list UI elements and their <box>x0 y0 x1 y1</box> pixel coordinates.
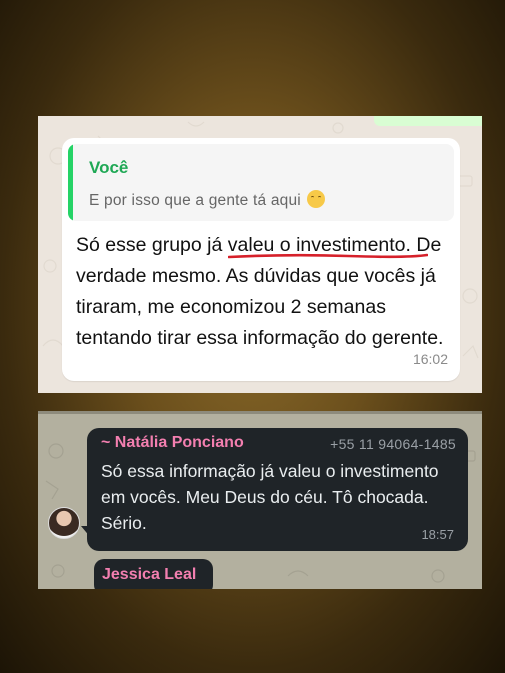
message-timestamp: 16:02 <box>412 351 448 367</box>
message-text: Só esse grupo já valeu o investimento. D… <box>76 230 456 354</box>
quote-text-row: E por isso que a gente tá aqui <box>89 190 325 210</box>
message-bubble[interactable]: ~ Natália Ponciano +55 11 94064-1485 Só … <box>87 428 468 551</box>
message-bubble[interactable]: Você E por isso que a gente tá aqui Só e… <box>62 138 460 381</box>
highlighted-phrase: valeu o investimento <box>227 234 428 259</box>
next-sender-name[interactable]: Jessica Leal <box>102 566 196 584</box>
message-text-start: Só esse grupo já <box>76 234 228 256</box>
highlighted-phrase-text: valeu o investimento <box>227 234 406 256</box>
quote-text: E por isso que a gente tá aqui <box>89 192 301 209</box>
next-message-bubble[interactable]: Jessica Leal <box>94 559 213 589</box>
whatsapp-screenshot-light: Você E por isso que a gente tá aqui Só e… <box>38 116 482 393</box>
message-timestamp: 18:57 <box>421 527 454 542</box>
relieved-face-emoji-icon <box>306 190 325 208</box>
quoted-message[interactable]: Você E por isso que a gente tá aqui <box>68 144 454 221</box>
quote-author: Você <box>89 158 129 177</box>
sender-avatar[interactable] <box>48 507 80 539</box>
previous-outgoing-bubble-edge <box>374 116 482 126</box>
sender-phone[interactable]: +55 11 94064-1485 <box>330 436 456 452</box>
message-text: Só essa informação já valeu o investimen… <box>101 461 439 533</box>
quote-accent-bar <box>68 144 73 221</box>
sender-name[interactable]: ~ Natália Ponciano <box>101 434 244 452</box>
whatsapp-screenshot-dark: ~ Natália Ponciano +55 11 94064-1485 Só … <box>38 411 482 589</box>
